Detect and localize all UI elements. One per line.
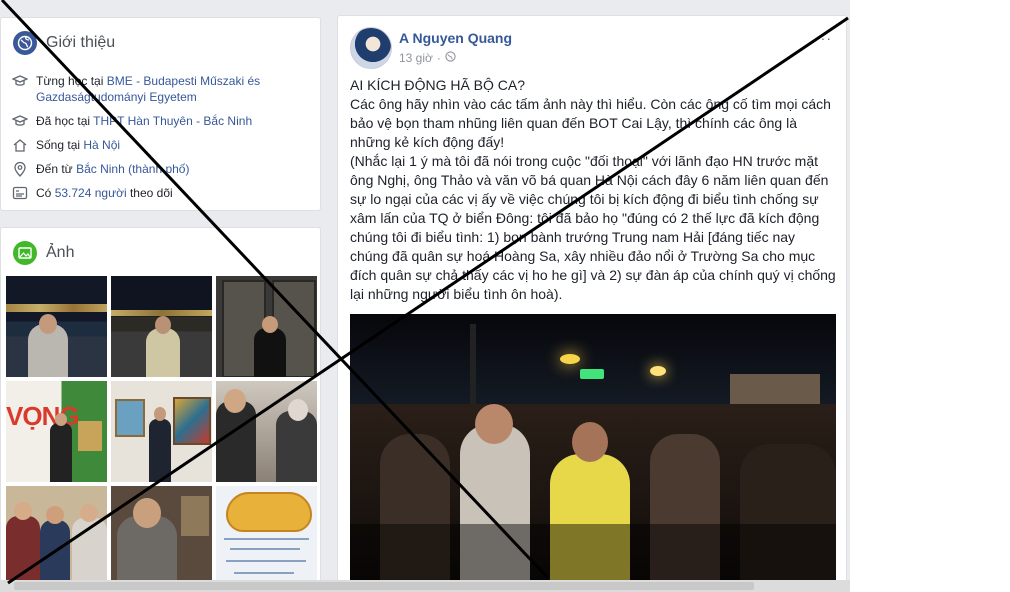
photos-header: Ảnh: [13, 240, 74, 266]
horizontal-scrollbar[interactable]: [0, 580, 850, 592]
photo-thumb[interactable]: [111, 486, 212, 587]
post-options-button[interactable]: ···: [815, 30, 832, 46]
intro-suffix: theo dõi: [126, 186, 173, 200]
photo-grid: VỌNG: [6, 276, 317, 587]
location-pin-icon: [12, 161, 28, 177]
graduation-cap-icon: [11, 113, 29, 129]
intro-link-hometown[interactable]: Bắc Ninh (thành phố): [76, 162, 189, 176]
globe-icon: [13, 31, 37, 55]
intro-prefix: Đến từ: [36, 162, 77, 176]
intro-link-highschool[interactable]: THPT Hàn Thuyên - Bắc Ninh: [93, 114, 252, 128]
photo-icon: [13, 241, 37, 265]
photo-thumb[interactable]: [216, 486, 317, 587]
photo-thumb[interactable]: [6, 486, 107, 587]
globe-icon: [445, 51, 456, 65]
graduation-cap-icon: [11, 73, 29, 89]
intro-row-lives: Sống tại Hà Nội: [12, 137, 312, 153]
post-body: AI KÍCH ĐỘNG HÃ BỘ CA? Các ông hãy nhìn …: [350, 76, 836, 304]
photo-thumb[interactable]: [216, 276, 317, 377]
photo-thumb[interactable]: [6, 276, 107, 377]
scrollbar-thumb[interactable]: [14, 582, 754, 590]
post-photo[interactable]: [350, 314, 836, 580]
photo-thumb[interactable]: VỌNG: [6, 381, 107, 482]
intro-prefix: Đã học tại: [36, 114, 94, 128]
intro-list: Từng học tại BME - Budapesti Műszaki és …: [11, 73, 312, 209]
intro-title: Giới thiệu: [46, 34, 116, 51]
intro-row-studied: Từng học tại BME - Budapesti Műszaki és …: [11, 73, 312, 105]
post-card: A Nguyen Quang 13 giờ · ··· AI KÍCH ĐỘNG…: [337, 15, 847, 592]
intro-header: Giới thiệu: [13, 30, 115, 56]
post-headline: AI KÍCH ĐỘNG HÃ BỘ CA?: [350, 77, 526, 93]
intro-row-highschool: Đã học tại THPT Hàn Thuyên - Bắc Ninh: [11, 113, 312, 129]
intro-prefix: Có: [36, 186, 55, 200]
intro-link-followers[interactable]: 53.724 người: [55, 186, 127, 200]
followers-icon: [12, 185, 28, 201]
post-paragraph: (Nhắc lại 1 ý mà tôi đã nói trong cuộc "…: [350, 153, 836, 302]
avatar[interactable]: [350, 27, 392, 69]
intro-link-city[interactable]: Hà Nội: [83, 138, 120, 152]
post-author[interactable]: A Nguyen Quang: [399, 30, 512, 46]
intro-prefix: Sống tại: [36, 138, 84, 152]
intro-prefix: Từng học tại: [36, 74, 107, 88]
home-icon: [12, 137, 28, 153]
intro-card: Giới thiệu Từng học tại BME - Budapesti …: [0, 17, 321, 211]
photo-thumb[interactable]: [216, 381, 317, 482]
facebook-page: Giới thiệu Từng học tại BME - Budapesti …: [0, 0, 850, 592]
photos-card: Ảnh VỌNG: [0, 227, 321, 592]
photos-title: Ảnh: [46, 244, 75, 261]
post-timestamp[interactable]: 13 giờ: [399, 51, 433, 65]
post-meta: 13 giờ ·: [399, 51, 456, 65]
intro-row-from: Đến từ Bắc Ninh (thành phố): [12, 161, 312, 177]
intro-row-followers: Có 53.724 người theo dõi: [12, 185, 312, 201]
post-paragraph: Các ông hãy nhìn vào các tấm ảnh này thì…: [350, 96, 831, 150]
photo-thumb[interactable]: [111, 276, 212, 377]
photo-thumb[interactable]: [111, 381, 212, 482]
